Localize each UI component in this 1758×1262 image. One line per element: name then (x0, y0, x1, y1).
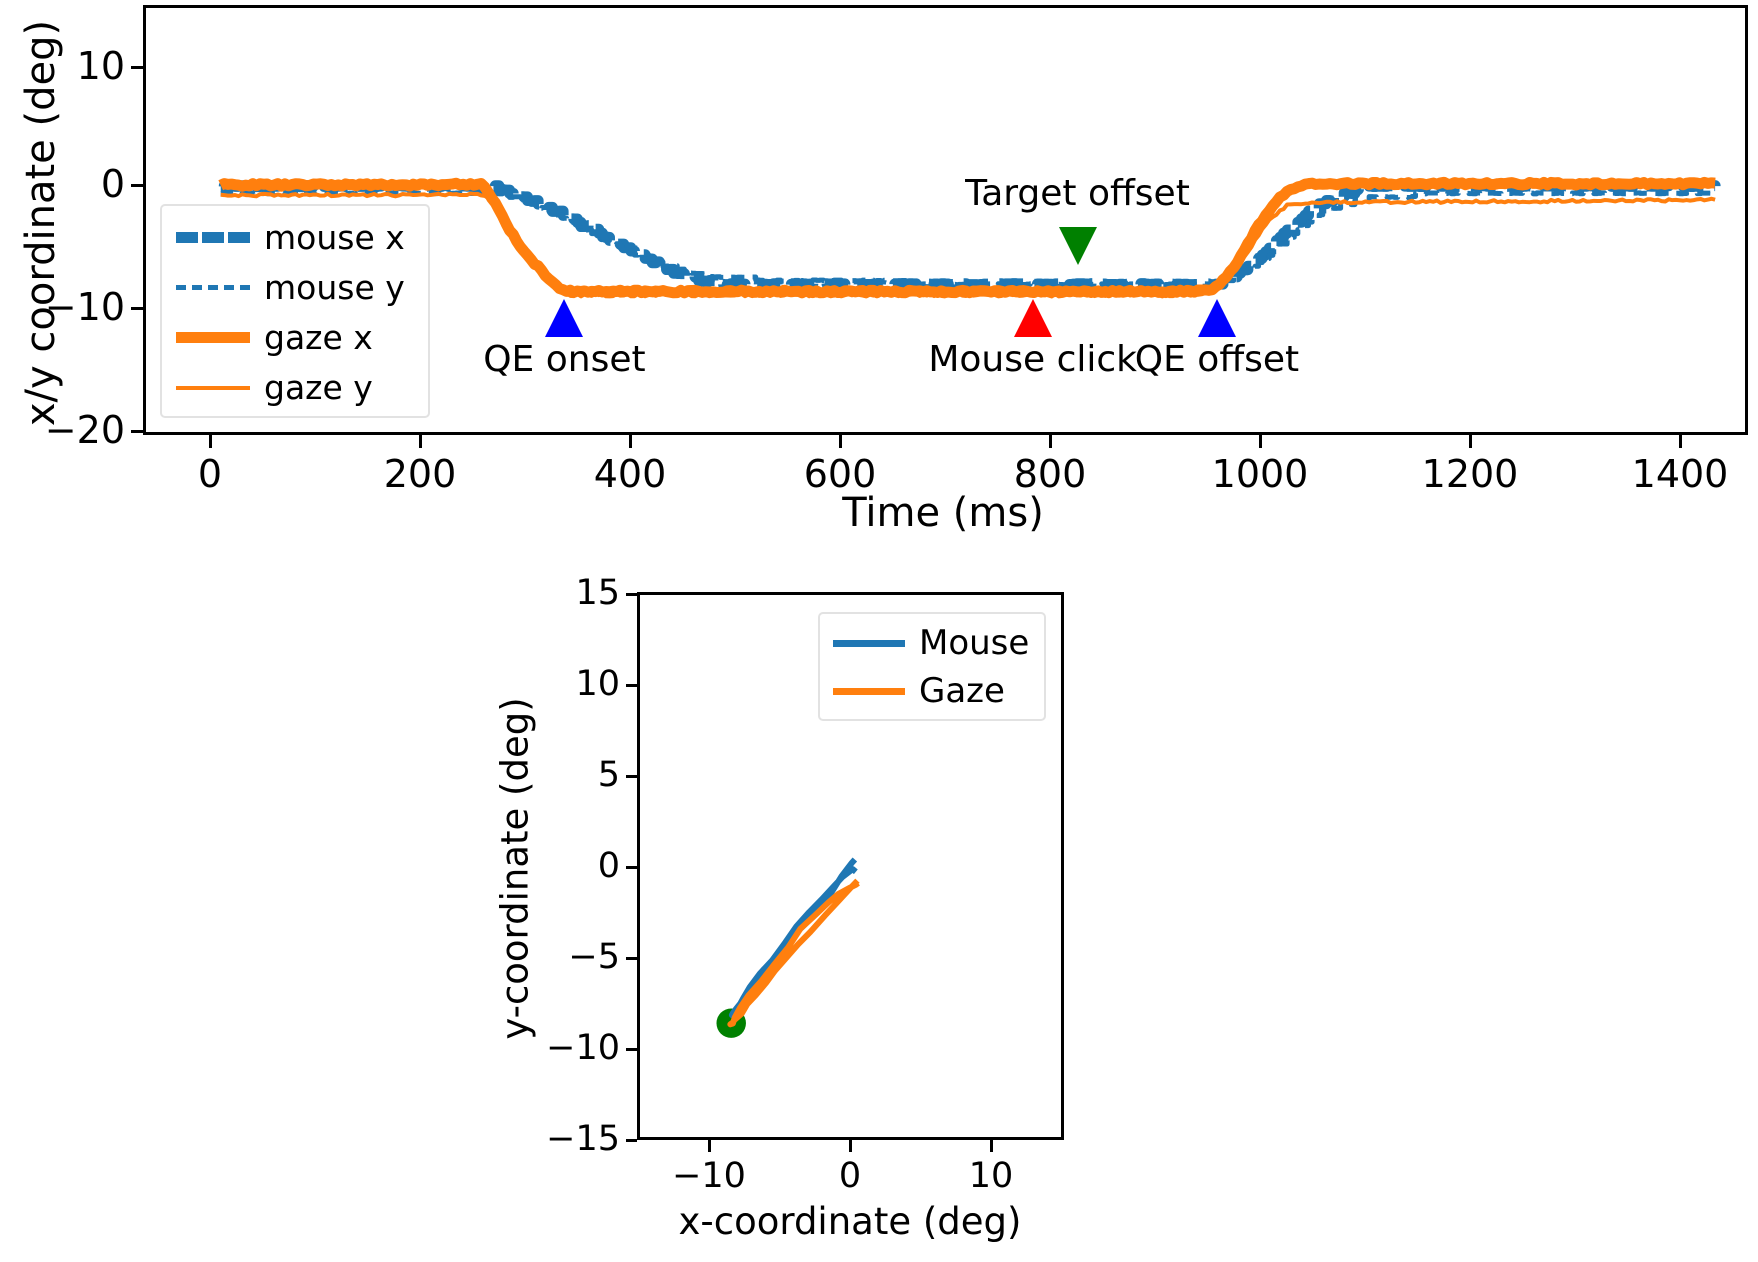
ytick-trajectory (626, 775, 637, 778)
legend-entry-gaze-y: gaze y (176, 368, 373, 407)
xtick-timeseries (1469, 435, 1472, 448)
ytick-timeseries (131, 430, 143, 433)
legend-swatch-gaze-y (176, 385, 250, 390)
qe-onset-marker-icon (545, 298, 584, 337)
xtick-label-timeseries: 1200 (1421, 452, 1519, 496)
ytick-trajectory (626, 1048, 637, 1051)
legend-entry-gaze: Gaze (833, 671, 1005, 711)
legend-label-mouse: Mouse (919, 623, 1030, 663)
legend-swatch-gaze-x (176, 332, 250, 343)
trajectory-yaxis-label: y-coordinate (deg) (493, 697, 537, 1040)
ytick-trajectory (626, 593, 637, 596)
trajectory-xaxis-label: x-coordinate (deg) (678, 1200, 1022, 1243)
xtick-label-timeseries: 1400 (1631, 452, 1729, 496)
xtick-timeseries (1259, 435, 1262, 448)
legend-label-mouse-y: mouse y (264, 268, 405, 307)
legend-swatch-gaze (833, 687, 905, 695)
figure-canvas: 10 0 −10 −20 0 200 400 600 800 1000 1200… (0, 0, 1758, 1262)
qe-onset-label: QE onset (483, 338, 646, 380)
xtick-timeseries (839, 435, 842, 448)
ytick-label-trajectory: 15 (575, 573, 620, 613)
legend-swatch-mouse-x (176, 232, 250, 243)
timeseries-xaxis-label: Time (ms) (842, 490, 1044, 536)
legend-entry-mouse: Mouse (833, 623, 1029, 663)
xtick-label-timeseries: 200 (383, 452, 457, 496)
xtick-trajectory (708, 1140, 711, 1152)
xtick-timeseries (629, 435, 632, 448)
legend-entry-mouse-x: mouse x (176, 218, 405, 257)
qe-offset-label: QE offset (1134, 338, 1300, 380)
legend-label-gaze-y: gaze y (264, 368, 373, 407)
legend-entry-gaze-x: gaze x (176, 318, 373, 357)
timeseries-legend: mouse x mouse y gaze x gaze y (160, 204, 430, 418)
xtick-trajectory (849, 1140, 852, 1152)
trajectory-legend: Mouse Gaze (818, 612, 1046, 721)
target-offset-label: Target offset (965, 172, 1190, 214)
legend-entry-mouse-y: mouse y (176, 268, 405, 307)
xtick-timeseries (1679, 435, 1682, 448)
legend-swatch-mouse-y (176, 285, 250, 290)
legend-swatch-mouse (833, 639, 905, 647)
legend-label-gaze: Gaze (919, 671, 1005, 711)
ytick-timeseries (131, 184, 143, 187)
qe-offset-marker-icon (1197, 298, 1236, 337)
xtick-timeseries (1049, 435, 1052, 448)
ytick-trajectory (626, 957, 637, 960)
legend-label-gaze-x: gaze x (264, 318, 373, 357)
ytick-timeseries (131, 307, 143, 310)
xtick-label-timeseries: 1000 (1211, 452, 1309, 496)
ytick-trajectory (626, 866, 637, 869)
xtick-label-trajectory: −10 (672, 1156, 746, 1196)
xtick-timeseries (419, 435, 422, 448)
xtick-label-trajectory: 0 (838, 1156, 862, 1196)
timeseries-yaxis-label: x/y coordinate (deg) (18, 19, 64, 427)
ytick-timeseries (131, 66, 143, 69)
legend-label-mouse-x: mouse x (264, 218, 405, 257)
mouse-click-marker-icon (1013, 298, 1052, 337)
xtick-label-timeseries: 0 (197, 452, 223, 496)
ytick-trajectory (626, 684, 637, 687)
xtick-label-trajectory: 10 (968, 1156, 1014, 1196)
ytick-trajectory (626, 1139, 637, 1142)
xtick-trajectory (990, 1140, 993, 1152)
target-offset-marker-icon (1058, 226, 1097, 265)
xtick-timeseries (209, 435, 212, 448)
ytick-label-trajectory: −15 (546, 1119, 620, 1159)
xtick-label-timeseries: 400 (593, 452, 667, 496)
